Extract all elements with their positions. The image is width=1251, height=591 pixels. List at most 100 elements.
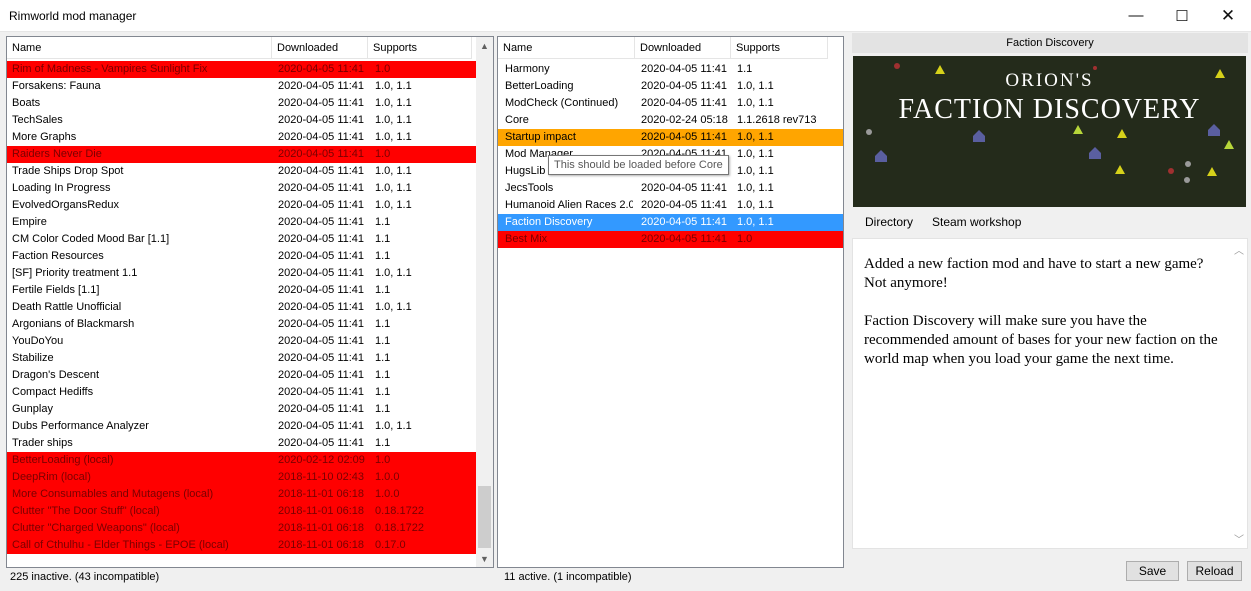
column-name-header[interactable]: Name bbox=[7, 37, 272, 59]
cell-name: EvolvedOrgansRedux bbox=[12, 199, 120, 211]
cell-supports: 1.0, 1.1 bbox=[737, 165, 774, 177]
table-row[interactable]: DeepRim (local) 2018-11-10 02:43 1.0.0 bbox=[7, 469, 493, 486]
cell-supports: 1.0 bbox=[375, 63, 391, 75]
table-row[interactable]: YouDoYou 2020-04-05 11:41 1.1 bbox=[7, 333, 493, 350]
table-row[interactable]: Loading In Progress 2020-04-05 11:41 1.0, … bbox=[7, 180, 493, 197]
cell-name: ModCheck (Continued) bbox=[505, 97, 619, 109]
tab-steam-workshop[interactable]: Steam workshop bbox=[932, 215, 1021, 229]
table-row[interactable]: Argonians of Blackmarsh 2020-04-05 11:41 1… bbox=[7, 316, 493, 333]
table-row[interactable]: Gunplay 2020-04-05 11:41 1.1 bbox=[7, 401, 493, 418]
column-downloaded-header[interactable]: Downloaded bbox=[272, 37, 368, 59]
table-row[interactable]: Boats 2020-04-05 11:41 1.0, 1.1 bbox=[7, 95, 493, 112]
cell-downloaded: 2020-04-05 11:41 bbox=[278, 233, 365, 245]
reload-button[interactable]: Reload bbox=[1187, 561, 1242, 581]
table-row[interactable]: BetterLoading 2020-04-05 11:41 1.0, 1.1 bbox=[498, 78, 843, 95]
table-row[interactable]: Call of Cthulhu - Elder Things - EPOE (l… bbox=[7, 537, 493, 554]
cell-supports: 1.0, 1.1 bbox=[737, 182, 774, 194]
cell-supports: 1.0, 1.1 bbox=[737, 80, 774, 92]
cell-name: DeepRim (local) bbox=[12, 471, 91, 483]
table-row[interactable]: EvolvedOrgansRedux 2020-04-05 11:41 1.0, 1… bbox=[7, 197, 493, 214]
vertical-scrollbar[interactable]: ▲ ▼ bbox=[476, 37, 493, 567]
cell-supports: 1.0, 1.1 bbox=[375, 301, 412, 313]
cell-downloaded: 2020-04-05 11:41 bbox=[641, 80, 728, 92]
maximize-button[interactable]: ☐ bbox=[1159, 0, 1205, 31]
table-row[interactable]: Clutter "Charged Weapons" (local) 2018-11… bbox=[7, 520, 493, 537]
scroll-down-icon[interactable]: ▼ bbox=[476, 550, 493, 567]
table-row[interactable]: JecsTools 2020-04-05 11:41 1.0, 1.1 bbox=[498, 180, 843, 197]
column-supports-header[interactable]: Supports bbox=[731, 37, 828, 59]
load-order-tooltip: This should be loaded before Core bbox=[548, 155, 729, 175]
cell-name: Trader ships bbox=[12, 437, 73, 449]
table-row[interactable]: Clutter "The Door Stuff" (local) 2018-11-… bbox=[7, 503, 493, 520]
table-row[interactable]: Trader ships 2020-04-05 11:41 1.1 bbox=[7, 435, 493, 452]
cell-name: Loading In Progress bbox=[12, 182, 111, 194]
cell-downloaded: 2020-04-05 11:41 bbox=[641, 63, 728, 75]
cell-name: More Graphs bbox=[12, 131, 77, 143]
table-row[interactable]: Rim of Madness - Vampires Sunlight Fix 20… bbox=[7, 61, 493, 78]
table-row[interactable]: Faction Resources 2020-04-05 11:41 1.1 bbox=[7, 248, 493, 265]
scroll-down-icon[interactable]: ﹀ bbox=[1231, 530, 1247, 546]
table-row[interactable]: More Graphs 2020-04-05 11:41 1.0, 1.1 bbox=[7, 129, 493, 146]
title-bar: Rimworld mod manager — ☐ ✕ bbox=[0, 0, 1251, 32]
cell-name: Death Rattle Unofficial bbox=[12, 301, 122, 313]
table-row[interactable]: Humanoid Alien Races 2.0 2020-04-05 11:41… bbox=[498, 197, 843, 214]
table-row[interactable]: Forsakens: Fauna 2020-04-05 11:41 1.0, 1.1 bbox=[7, 78, 493, 95]
cell-downloaded: 2020-04-05 11:41 bbox=[641, 97, 728, 109]
column-supports-header[interactable]: Supports bbox=[368, 37, 472, 59]
inactive-mods-list[interactable]: Name Downloaded Supports Rim of Madness … bbox=[6, 36, 494, 568]
table-row[interactable]: Harmony 2020-04-05 11:41 1.1 bbox=[498, 61, 843, 78]
cell-downloaded: 2020-04-05 11:41 bbox=[278, 216, 365, 228]
cell-name: More Consumables and Mutagens (local) bbox=[12, 488, 214, 500]
table-row[interactable]: Trade Ships Drop Spot 2020-04-05 11:41 1.0… bbox=[7, 163, 493, 180]
tab-directory[interactable]: Directory bbox=[865, 215, 913, 229]
cell-supports: 1.0, 1.1 bbox=[375, 131, 412, 143]
table-row[interactable]: [SF] Priority treatment 1.1 2020-04-05 11… bbox=[7, 265, 493, 282]
cell-name: [SF] Priority treatment 1.1 bbox=[12, 267, 138, 279]
table-row[interactable]: Stabilize 2020-04-05 11:41 1.1 bbox=[7, 350, 493, 367]
cell-downloaded: 2020-04-05 11:41 bbox=[641, 182, 728, 194]
table-row[interactable]: Dragon's Descent 2020-04-05 11:41 1.1 bbox=[7, 367, 493, 384]
cell-downloaded: 2020-04-05 11:41 bbox=[278, 369, 365, 381]
cell-supports: 1.0, 1.1 bbox=[737, 199, 774, 211]
detail-tabs: Directory Steam workshop bbox=[852, 211, 1248, 233]
scroll-up-icon[interactable]: ︿ bbox=[1231, 241, 1247, 257]
cell-name: TechSales bbox=[12, 114, 63, 126]
table-row[interactable]: More Consumables and Mutagens (local) 201… bbox=[7, 486, 493, 503]
inactive-rows: Rim of Madness - Vampires Sunlight Fix 20… bbox=[7, 61, 493, 554]
cell-downloaded: 2020-02-24 05:18 bbox=[641, 114, 728, 126]
table-row[interactable]: BetterLoading (local) 2020-02-12 02:09 1.0 bbox=[7, 452, 493, 469]
table-row[interactable]: Faction Discovery 2020-04-05 11:41 1.0, 1.… bbox=[498, 214, 843, 231]
scroll-thumb[interactable] bbox=[478, 486, 491, 548]
mod-description: Added a new faction mod and have to star… bbox=[852, 238, 1248, 549]
cell-supports: 0.17.0 bbox=[375, 539, 406, 551]
cell-downloaded: 2020-04-05 11:41 bbox=[641, 233, 728, 245]
minimize-button[interactable]: — bbox=[1113, 0, 1159, 31]
table-row[interactable]: Death Rattle Unofficial 2020-04-05 11:41 1… bbox=[7, 299, 493, 316]
table-row[interactable]: Compact Hediffs 2020-04-05 11:41 1.1 bbox=[7, 384, 493, 401]
cell-downloaded: 2018-11-01 06:18 bbox=[278, 505, 365, 517]
cell-supports: 1.1 bbox=[375, 216, 391, 228]
close-button[interactable]: ✕ bbox=[1205, 0, 1251, 31]
cell-name: Fertile Fields [1.1] bbox=[12, 284, 100, 296]
scroll-up-icon[interactable]: ▲ bbox=[476, 37, 493, 54]
table-row[interactable]: Startup impact 2020-04-05 11:41 1.0, 1.1 bbox=[498, 129, 843, 146]
save-button[interactable]: Save bbox=[1126, 561, 1179, 581]
cell-downloaded: 2020-04-05 11:41 bbox=[278, 284, 365, 296]
cell-downloaded: 2020-04-05 11:41 bbox=[278, 182, 365, 194]
table-row[interactable]: CM Color Coded Mood Bar [1.1] 2020-04-05 … bbox=[7, 231, 493, 248]
table-row[interactable]: Fertile Fields [1.1] 2020-04-05 11:41 1.1 bbox=[7, 282, 493, 299]
column-downloaded-header[interactable]: Downloaded bbox=[635, 37, 731, 59]
cell-supports: 1.0, 1.1 bbox=[375, 420, 412, 432]
table-row[interactable]: TechSales 2020-04-05 11:41 1.0, 1.1 bbox=[7, 112, 493, 129]
description-scrollbar[interactable]: ︿ ﹀ bbox=[1231, 239, 1247, 548]
table-row[interactable]: Raiders Never Die 2020-04-05 11:41 1.0 bbox=[7, 146, 493, 163]
table-row[interactable]: ModCheck (Continued) 2020-04-05 11:41 1.0,… bbox=[498, 95, 843, 112]
table-row[interactable]: Empire 2020-04-05 11:41 1.1 bbox=[7, 214, 493, 231]
cell-downloaded: 2020-04-05 11:41 bbox=[641, 216, 728, 228]
active-mods-list[interactable]: Name Downloaded Supports Harmony 2020-04-… bbox=[497, 36, 844, 568]
table-row[interactable]: Dubs Performance Analyzer 2020-04-05 11:4… bbox=[7, 418, 493, 435]
table-row[interactable]: Core 2020-02-24 05:18 1.1.2618 rev713 bbox=[498, 112, 843, 129]
column-name-header[interactable]: Name bbox=[498, 37, 635, 59]
cell-downloaded: 2020-04-05 11:41 bbox=[278, 131, 365, 143]
table-row[interactable]: Best Mix 2020-04-05 11:41 1.0 bbox=[498, 231, 843, 248]
